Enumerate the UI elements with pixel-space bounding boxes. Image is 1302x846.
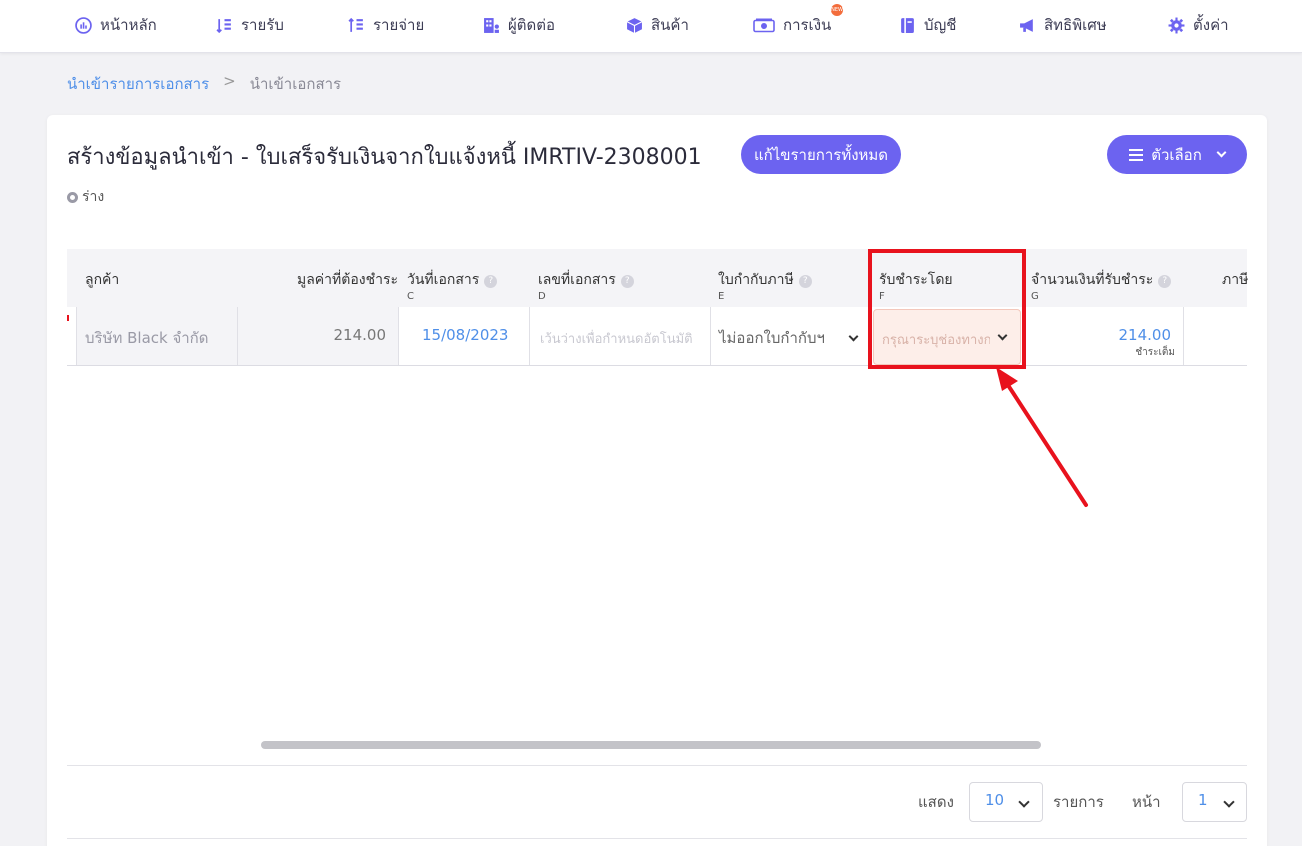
nav-income[interactable]: รายรับ	[216, 14, 284, 36]
column-header-tax: ภาษี	[1222, 249, 1248, 307]
column-label: ใบกำกับภาษี	[718, 272, 794, 288]
menu-icon	[1129, 148, 1144, 161]
column-header-tax-invoice: ใบกำกับภาษี? E	[718, 249, 812, 307]
nav-income-label: รายรับ	[241, 16, 284, 34]
column-header-doc-no: เลขที่เอกสาร? D	[538, 249, 634, 307]
page-number-select[interactable]: 1	[1182, 782, 1247, 822]
nav-privileges[interactable]: สิทธิพิเศษ	[1019, 14, 1107, 36]
column-label: ภาษี	[1222, 272, 1249, 288]
divider	[67, 765, 1247, 766]
column-label: จำนวนเงินที่รับชำระ	[1031, 272, 1154, 288]
error-marker	[67, 315, 69, 321]
help-icon[interactable]: ?	[798, 275, 812, 288]
customer-cell: บริษัท Black จำกัด	[77, 307, 237, 365]
annotation-arrow-icon	[996, 367, 1088, 507]
column-letter: C	[407, 291, 414, 302]
status-badge: ร่าง	[67, 186, 104, 208]
horizontal-scrollbar[interactable]	[261, 741, 1041, 749]
nav-privileges-label: สิทธิพิเศษ	[1044, 16, 1107, 34]
help-icon[interactable]: ?	[1158, 275, 1172, 288]
nav-expense-label: รายจ่าย	[373, 16, 425, 34]
megaphone-icon	[1019, 17, 1036, 34]
box-icon	[626, 17, 643, 34]
income-icon	[216, 17, 233, 34]
nav-contacts[interactable]: ผู้ติดต่อ	[483, 14, 555, 36]
breadcrumb: นำเข้ารายการเอกสาร > นำเข้าเอกสาร	[67, 72, 341, 96]
column-label: เลขที่เอกสาร	[538, 272, 616, 288]
table-header: ลูกค้า มูลค่าที่ต้องชำระ วันที่เอกสาร? C…	[67, 249, 1248, 307]
nav-products-label: สินค้า	[651, 16, 689, 34]
column-letter: D	[538, 291, 546, 302]
tax-invoice-select[interactable]: ไม่ออกใบกำกับฯ	[711, 307, 869, 365]
nav-accounting[interactable]: บัญชี	[899, 14, 956, 36]
items-label: รายการ	[1053, 793, 1104, 811]
page-number-value: 1	[1198, 791, 1208, 809]
column-header-paid-amount: จำนวนเงินที่รับชำระ? G	[1031, 249, 1172, 307]
chevron-down-icon	[1216, 147, 1227, 158]
help-icon[interactable]: ?	[620, 275, 634, 288]
show-label: แสดง	[918, 793, 954, 811]
column-letter: G	[1031, 291, 1039, 302]
nav-accounting-label: บัญชี	[924, 16, 957, 34]
nav-home[interactable]: หน้าหลัก	[75, 14, 157, 36]
chevron-down-icon	[1018, 796, 1030, 808]
expense-icon	[348, 17, 365, 34]
column-header-amount-due: มูลค่าที่ต้องชำระ	[297, 249, 398, 307]
nav-finance-label: การเงิน	[783, 16, 832, 34]
divider	[67, 838, 1247, 839]
column-letter: E	[718, 291, 725, 302]
page-size-select[interactable]: 10	[969, 782, 1043, 822]
highlight-box	[868, 249, 1026, 369]
amount-due-cell: 214.00	[238, 307, 398, 365]
tax-invoice-value: ไม่ออกใบกำกับฯ	[719, 329, 825, 347]
doc-date-input[interactable]: 15/08/2023	[399, 307, 529, 365]
nav-finance[interactable]: การเงิน NEW	[753, 4, 843, 36]
contacts-icon	[483, 17, 500, 34]
status-ring-icon	[67, 191, 78, 203]
cell-divider	[1183, 307, 1184, 365]
nav-settings-label: ตั้งค่า	[1193, 16, 1229, 34]
table-row: บริษัท Black จำกัด 214.00 15/08/2023 เว้…	[67, 307, 1247, 366]
paid-status-label: ชำระเต็ม	[1135, 347, 1175, 358]
nav-contacts-label: ผู้ติดต่อ	[508, 16, 556, 34]
gear-icon	[1168, 17, 1185, 34]
new-badge: NEW	[831, 4, 843, 16]
column-label: วันที่เอกสาร	[407, 272, 480, 288]
top-navbar: หน้าหลัก รายรับ รายจ่าย ผู้ติดต่อ สินค้า…	[0, 0, 1302, 53]
nav-settings[interactable]: ตั้งค่า	[1168, 14, 1229, 36]
edit-all-button[interactable]: แก้ไขรายการทั้งหมด	[741, 135, 901, 174]
nav-home-label: หน้าหลัก	[100, 16, 157, 34]
status-label: ร่าง	[82, 189, 105, 205]
doc-no-input[interactable]: เว้นว่างเพื่อกำหนดอัตโนมัติ	[530, 307, 710, 365]
help-icon[interactable]: ?	[484, 275, 498, 288]
breadcrumb-current: นำเข้าเอกสาร	[249, 75, 342, 93]
page-title: สร้างข้อมูลนำเข้า - ใบเสร็จรับเงินจากใบแ…	[67, 145, 702, 170]
options-label: ตัวเลือก	[1151, 145, 1202, 164]
dashboard-icon	[75, 16, 92, 34]
options-button[interactable]: ตัวเลือก	[1107, 135, 1247, 174]
page-label: หน้า	[1132, 793, 1161, 811]
nav-expense[interactable]: รายจ่าย	[348, 14, 424, 36]
column-label: ลูกค้า	[85, 272, 120, 288]
ledger-icon	[899, 17, 916, 34]
breadcrumb-separator: >	[223, 72, 236, 90]
page-size-value: 10	[985, 791, 1005, 809]
breadcrumb-parent-link[interactable]: นำเข้ารายการเอกสาร	[67, 72, 209, 96]
money-icon	[753, 17, 775, 34]
nav-products[interactable]: สินค้า	[626, 14, 689, 36]
column-label: มูลค่าที่ต้องชำระ	[297, 272, 399, 288]
column-header-doc-date: วันที่เอกสาร? C	[407, 249, 498, 307]
column-header-customer: ลูกค้า	[85, 249, 119, 307]
chevron-down-icon	[1223, 796, 1235, 808]
